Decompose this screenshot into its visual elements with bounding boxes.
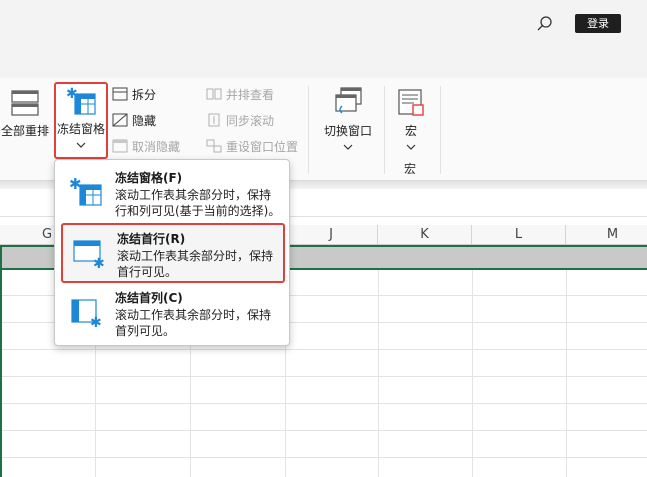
arrange-all-label: 全部重排	[0, 124, 49, 138]
menu-item-title: 冻结首列(C)	[115, 291, 183, 305]
menu-item-description: 滚动工作表其余部分时，保持首行可见。	[117, 249, 274, 279]
side-by-side-button[interactable]: 并排查看	[206, 84, 274, 104]
reset-position-label: 重设窗口位置	[226, 139, 299, 154]
freeze-panes-icon: ✱	[69, 176, 102, 206]
macro-button[interactable]: 宏	[394, 86, 428, 150]
grid-line	[0, 457, 647, 458]
unhide-icon	[112, 139, 128, 153]
menu-item-freeze-top-row[interactable]: ✱ 冻结首行(R) 滚动工作表其余部分时，保持首行可见。	[61, 223, 285, 283]
chevron-down-icon	[76, 142, 86, 148]
menu-item-description: 滚动工作表其余部分时，保持首列可见。	[115, 308, 272, 338]
menu-item-title: 冻结首行(R)	[117, 232, 186, 246]
sync-scroll-button[interactable]: 同步滚动	[206, 110, 274, 130]
split-button[interactable]: 拆分	[112, 84, 156, 104]
grid-line	[472, 270, 473, 477]
sync-scroll-icon	[208, 113, 220, 127]
grid-line	[0, 376, 647, 377]
chevron-down-icon	[343, 144, 353, 150]
chevron-down-icon	[406, 144, 416, 150]
ribbon-separator	[384, 86, 385, 174]
column-header[interactable]: L	[472, 225, 566, 245]
switch-windows-button[interactable]: 切换窗口	[318, 86, 378, 158]
column-header[interactable]: M	[566, 225, 647, 245]
column-header[interactable]: J	[285, 225, 378, 245]
ribbon-separator	[440, 86, 441, 174]
hide-button[interactable]: 隐藏	[112, 110, 156, 130]
switch-windows-icon	[335, 87, 362, 114]
switch-windows-label: 切换窗口	[323, 124, 372, 138]
macro-group-label: 宏	[404, 162, 417, 176]
arrange-all-icon	[11, 90, 39, 116]
freeze-panes-label: 冻结窗格	[56, 122, 105, 136]
title-bar: 登录	[0, 0, 647, 78]
column-header[interactable]: K	[378, 225, 472, 245]
split-icon	[112, 87, 128, 101]
freeze-top-row-icon: ✱	[73, 240, 105, 269]
side-by-side-label: 并排查看	[226, 87, 275, 102]
hide-label: 隐藏	[132, 113, 157, 128]
freeze-panes-button[interactable]: ✱ 冻结窗格	[54, 82, 108, 159]
ribbon-separator	[308, 86, 309, 174]
grid-line	[0, 430, 647, 431]
login-button[interactable]: 登录	[575, 14, 621, 33]
menu-item-freeze-first-column[interactable]: ✱ 冻结首列(C) 滚动工作表其余部分时，保持首列可见。	[61, 284, 285, 344]
menu-item-freeze-panes[interactable]: ✱ 冻结窗格(F) 滚动工作表其余部分时，保持行和列可见(基于当前的选择)。	[61, 164, 285, 224]
freeze-first-column-icon: ✱	[71, 299, 102, 328]
search-button[interactable]	[533, 13, 555, 35]
selection-edge	[0, 245, 2, 477]
menu-item-title: 冻结窗格(F)	[115, 171, 183, 185]
svg-text:✱: ✱	[93, 256, 105, 269]
reset-window-position-button[interactable]: 重设窗口位置	[206, 136, 298, 156]
menu-item-description: 滚动工作表其余部分时，保持行和列可见(基于当前的选择)。	[115, 188, 281, 218]
macro-label: 宏	[404, 124, 417, 138]
macro-icon	[398, 89, 424, 116]
svg-text:✱: ✱	[90, 315, 102, 328]
arrange-all-button[interactable]: 全部重排	[0, 86, 50, 156]
grid-line	[0, 403, 647, 404]
grid-line	[0, 349, 647, 350]
reset-position-icon	[206, 139, 222, 153]
unhide-label: 取消隐藏	[132, 139, 181, 154]
grid-line	[566, 270, 567, 477]
grid-line	[378, 270, 379, 477]
search-icon	[537, 16, 552, 31]
sync-scroll-label: 同步滚动	[226, 113, 275, 128]
side-by-side-icon	[206, 88, 222, 100]
freeze-panes-menu: ✱ 冻结窗格(F) 滚动工作表其余部分时，保持行和列可见(基于当前的选择)。 ✱…	[54, 159, 290, 346]
freeze-panes-icon: ✱	[66, 86, 96, 115]
split-label: 拆分	[132, 87, 157, 102]
hide-icon	[112, 113, 128, 127]
unhide-button[interactable]: 取消隐藏	[112, 136, 180, 156]
